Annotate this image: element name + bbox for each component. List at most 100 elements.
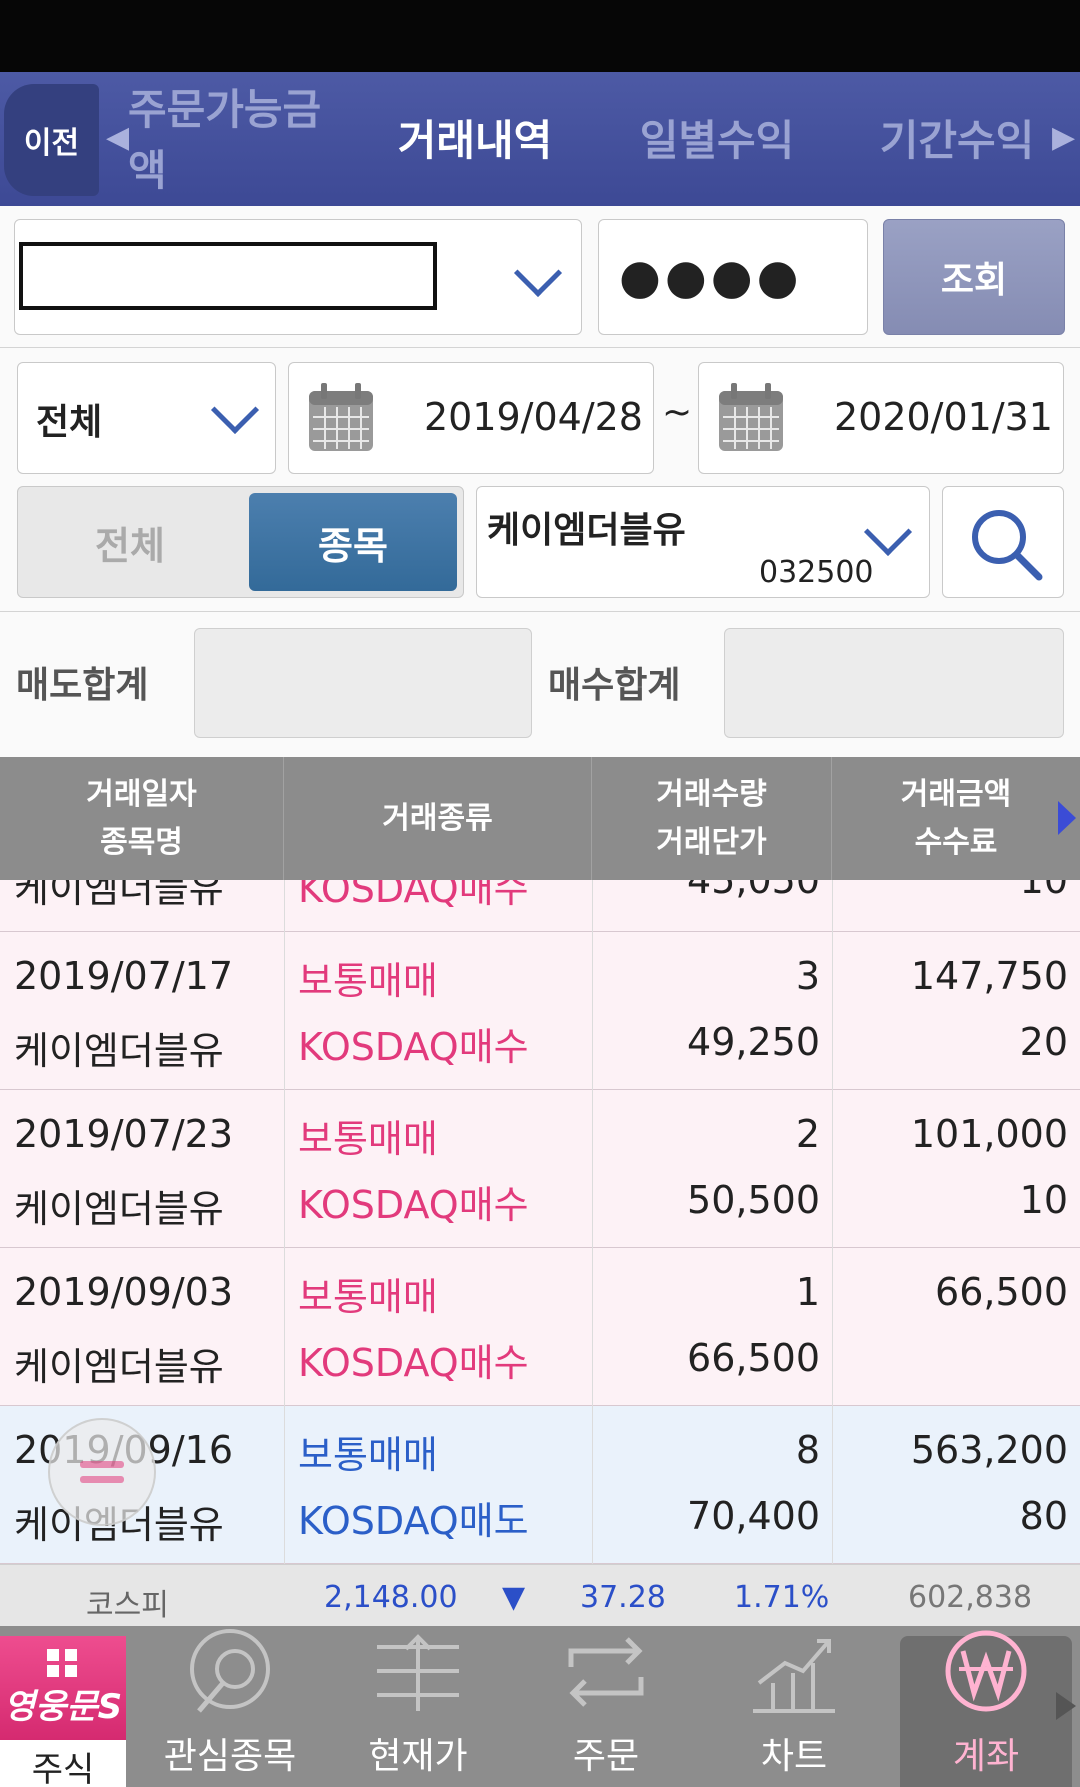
header-label: 수수료 — [914, 824, 998, 860]
nav-label: 계좌 — [952, 1736, 1020, 1777]
row-price: 45,050 — [687, 880, 820, 902]
column-divider — [284, 880, 285, 1564]
tab-prev-arrow-icon[interactable]: ◀ — [106, 120, 129, 155]
nav-watchlist[interactable]: 관심종목 — [140, 1626, 320, 1787]
sell-total-label: 매도합계 — [16, 665, 149, 706]
row-fee: 80 — [1019, 1494, 1068, 1538]
floating-menu-button[interactable] — [48, 1418, 156, 1526]
brand-logo[interactable]: 영웅문S — [0, 1636, 126, 1740]
column-divider — [592, 880, 593, 1564]
buy-total-label: 매수합계 — [548, 665, 681, 706]
account-number-field — [19, 242, 437, 310]
row-date: 2019/07/23 — [14, 1112, 234, 1156]
column-header-amount-fee[interactable]: 거래금액 수수료 — [832, 757, 1080, 880]
row-trade-type: KOSDAQ매수 — [298, 1183, 529, 1227]
column-divider — [832, 880, 833, 1564]
chevron-down-icon — [513, 248, 563, 298]
row-amount: 101,000 — [910, 1112, 1068, 1156]
sell-total-value — [194, 628, 532, 738]
row-amount: 147,750 — [910, 954, 1068, 998]
nav-label: 현재가 — [368, 1736, 468, 1777]
header-label: 거래단가 — [656, 824, 767, 860]
stock-code: 032500 — [759, 555, 874, 590]
stock-search-button[interactable] — [942, 486, 1064, 598]
nav-label: 차트 — [760, 1736, 828, 1777]
brand-label: 주식 — [31, 1750, 95, 1787]
ticker-index-name: 코스피 — [86, 1588, 169, 1623]
header-label: 거래금액 — [900, 776, 1012, 812]
nav-order[interactable]: 주문 — [516, 1626, 696, 1787]
row-fee: 10 — [1019, 880, 1068, 902]
search-icon — [972, 510, 1043, 581]
query-button[interactable]: 조회 — [883, 219, 1065, 335]
calendar-icon[interactable] — [307, 381, 375, 453]
status-bar — [0, 0, 1080, 72]
row-trade-type: KOSDAQ매수 — [298, 1025, 529, 1069]
nav-current-price[interactable]: 현재가 — [328, 1626, 508, 1787]
table-row[interactable]: 2019/07/23 케이엠더블유 보통매매 KOSDAQ매수 2 50,500… — [0, 1090, 1080, 1248]
row-price: 66,500 — [687, 1336, 820, 1380]
tab-transaction-history[interactable]: 거래내역 — [370, 92, 580, 182]
row-fee: 10 — [1019, 1178, 1068, 1222]
nav-label: 주문 — [572, 1736, 640, 1777]
row-trade-type: KOSDAQ매수 — [298, 1341, 529, 1385]
table-row[interactable]: 2019/09/16 케이엠더블유 보통매매 KOSDAQ매도 8 70,400… — [0, 1406, 1080, 1564]
row-trade-type: KOSDAQ매도 — [298, 1499, 529, 1543]
row-date: 2019/07/17 — [14, 954, 234, 998]
tab-orderable-amount[interactable]: 주문가능금액 — [128, 85, 338, 195]
column-header-qty-price[interactable]: 거래수량 거래단가 — [592, 757, 832, 880]
row-price: 70,400 — [687, 1494, 820, 1538]
table-row[interactable]: 2019/07/17 케이엠더블유 보통매매 KOSDAQ매수 3 49,250… — [0, 932, 1080, 1090]
back-button[interactable]: 이전 — [4, 84, 99, 196]
column-header-date-name[interactable]: 거래일자 종목명 — [0, 757, 284, 880]
column-header-trade-type[interactable]: 거래종류 — [284, 757, 592, 880]
ticker-percent: 1.71% — [734, 1580, 830, 1615]
date-separator: ~ — [662, 392, 693, 433]
start-date-value: 2019/04/28 — [423, 395, 643, 439]
scope-stock-button[interactable]: 종목 — [249, 493, 457, 591]
nav-more-arrow-icon[interactable] — [1054, 1690, 1078, 1722]
row-qty: 8 — [795, 1428, 820, 1472]
ticker-down-arrow-icon: ▼ — [502, 1580, 526, 1615]
end-date-field[interactable]: 2020/01/31 — [698, 362, 1064, 474]
stock-name: 케이엠더블유 — [487, 510, 686, 551]
table-row[interactable]: 케이엠더블유 KOSDAQ매수 45,050 10 — [0, 880, 1080, 932]
table-row[interactable]: 2019/09/03 케이엠더블유 보통매매 KOSDAQ매수 1 66,500… — [0, 1248, 1080, 1406]
account-select[interactable] — [14, 219, 582, 335]
row-qty: 1 — [795, 1270, 820, 1314]
menu-icon — [80, 1461, 124, 1483]
brand-name: 영웅문S — [3, 1686, 123, 1727]
nav-account[interactable]: 계좌 — [896, 1626, 1076, 1787]
chart-icon — [753, 1639, 835, 1713]
scope-all-button[interactable]: 전체 — [40, 486, 220, 598]
row-stock-name: 케이엠더블유 — [14, 880, 224, 911]
row-trade-kind: 보통매매 — [298, 1117, 438, 1161]
nav-chart[interactable]: 차트 — [704, 1626, 884, 1787]
calendar-icon[interactable] — [717, 381, 785, 453]
won-currency-icon — [945, 1630, 1027, 1712]
header-label: 종목명 — [100, 824, 183, 860]
type-select-value: 전체 — [36, 402, 103, 443]
row-stock-name: 케이엠더블유 — [14, 1187, 224, 1231]
row-amount: 563,200 — [910, 1428, 1068, 1472]
row-amount: 66,500 — [935, 1270, 1068, 1314]
tab-daily-profit[interactable]: 일별수익 — [612, 92, 822, 182]
tab-period-profit[interactable]: 기간수익 — [852, 92, 1062, 182]
row-fee: 20 — [1019, 1020, 1068, 1064]
start-date-field[interactable]: 2019/04/28 — [288, 362, 654, 474]
chevron-down-icon — [210, 385, 260, 435]
row-stock-name: 케이엠더블유 — [14, 1345, 224, 1389]
nav-label: 관심종목 — [163, 1736, 297, 1777]
ticker-volume: 602,838 — [908, 1580, 1033, 1615]
stock-select[interactable]: 케이엠더블유 032500 — [476, 486, 930, 598]
row-trade-kind: 보통매매 — [298, 1433, 438, 1477]
type-select[interactable]: 전체 — [17, 362, 276, 474]
tab-next-arrow-icon[interactable]: ▶ — [1052, 120, 1075, 155]
chevron-down-icon — [863, 507, 913, 557]
scroll-right-arrow-icon[interactable] — [1056, 799, 1078, 837]
row-trade-kind: 보통매매 — [298, 959, 438, 1003]
password-field[interactable]: ●●●● — [598, 219, 868, 335]
row-qty: 3 — [795, 954, 820, 998]
ticker-index-value: 2,148.00 — [324, 1580, 458, 1615]
watchlist-icon — [190, 1629, 270, 1713]
